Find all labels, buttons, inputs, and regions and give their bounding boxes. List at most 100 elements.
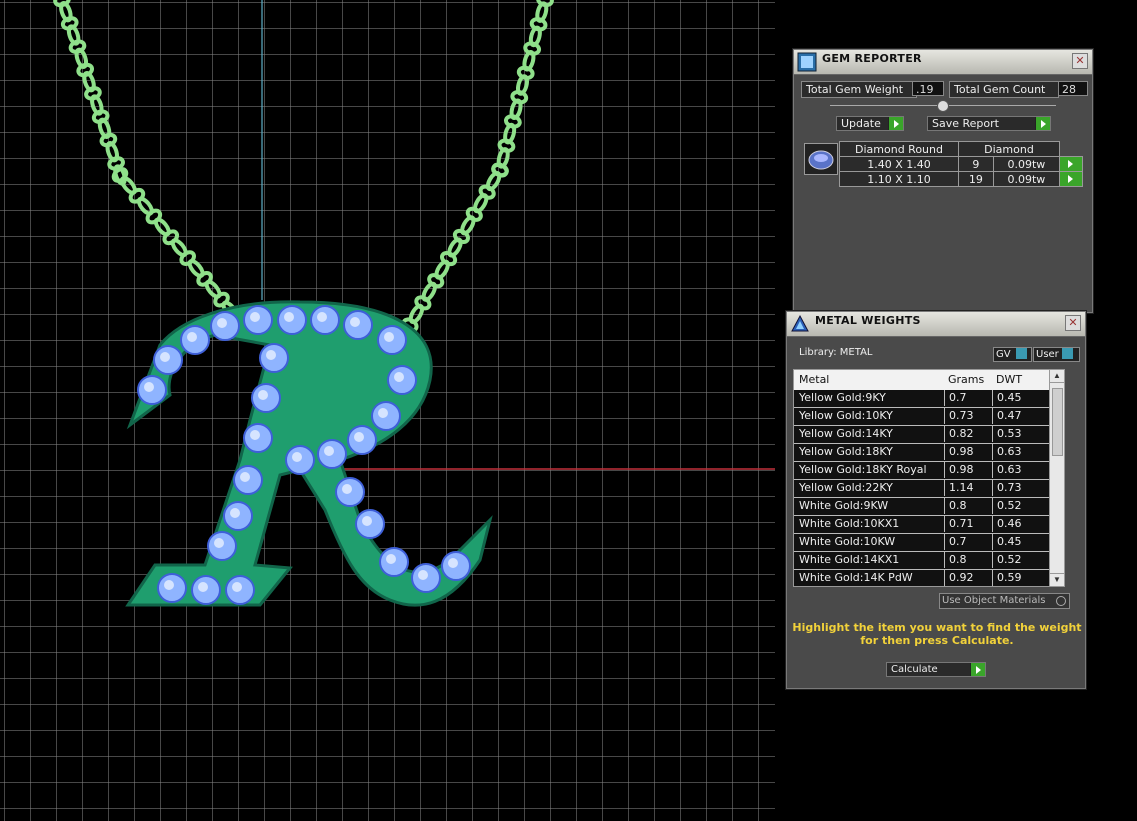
- gem-highlight: [214, 538, 224, 548]
- gem-highlight: [378, 408, 388, 418]
- metal-dwt: 0.53: [992, 426, 1057, 442]
- gem-highlight: [350, 317, 360, 327]
- total-gem-weight-label: Total Gem Weight: [801, 81, 917, 98]
- gem-highlight: [250, 430, 260, 440]
- table-row[interactable]: Yellow Gold:9KY 0.7 0.45: [794, 390, 1064, 408]
- metal-weights-icon: [791, 314, 809, 332]
- header-grams: Grams: [948, 373, 985, 386]
- metal-dwt: 0.63: [992, 462, 1057, 478]
- metal-grams: 0.7: [944, 534, 997, 550]
- gem-count: 9: [958, 156, 994, 172]
- metal-table-scrollbar[interactable]: ▲ ▼: [1049, 370, 1064, 586]
- gem-highlight: [354, 432, 364, 442]
- metal-grams: 0.73: [944, 408, 997, 424]
- scroll-down-icon[interactable]: ▼: [1050, 573, 1064, 586]
- gem-row[interactable]: 1.40 X 1.40 9 0.09tw: [839, 156, 1083, 172]
- library-label: Library: METAL: [799, 347, 873, 358]
- gem-reporter-titlebar[interactable]: GEM REPORTER ✕: [794, 50, 1092, 75]
- metal-dwt: 0.52: [992, 498, 1057, 514]
- table-row[interactable]: Yellow Gold:18KY Royal 0.98 0.63: [794, 462, 1064, 480]
- metal-dwt: 0.46: [992, 516, 1057, 532]
- metal-dwt: 0.45: [992, 390, 1057, 406]
- metal-table: Metal Grams DWT Yellow Gold:9KY 0.7 0.45 Ye…: [793, 369, 1065, 587]
- diamond-round-icon: [808, 150, 834, 170]
- table-row[interactable]: White Gold:9KW 0.8 0.52: [794, 498, 1064, 516]
- calculate-button[interactable]: Calculate: [886, 662, 986, 677]
- close-icon[interactable]: ✕: [1072, 53, 1088, 69]
- gem-highlight: [394, 372, 404, 382]
- metal-name: Yellow Gold:10KY: [799, 409, 893, 422]
- metal-weights-titlebar[interactable]: METAL WEIGHTS ✕: [787, 312, 1085, 337]
- table-row[interactable]: Yellow Gold:22KY 1.14 0.73: [794, 480, 1064, 498]
- toggle-icon: [1016, 348, 1027, 359]
- metal-dwt: 0.63: [992, 444, 1057, 460]
- metal-name: Yellow Gold:18KY Royal: [799, 463, 927, 476]
- gem-highlight: [217, 318, 227, 328]
- save-report-label: Save Report: [932, 117, 999, 130]
- play-icon: [970, 663, 985, 676]
- table-row[interactable]: White Gold:14K PdW 0.92 0.59: [794, 570, 1064, 586]
- pendant-model: [53, 0, 775, 607]
- metal-name: White Gold:10KX1: [799, 517, 900, 530]
- gem-highlight: [292, 452, 302, 462]
- play-icon[interactable]: [1059, 156, 1083, 172]
- save-report-button[interactable]: Save Report: [927, 116, 1051, 131]
- metal-name: Yellow Gold:18KY: [799, 445, 893, 458]
- gem-highlight: [240, 472, 250, 482]
- table-row[interactable]: Yellow Gold:14KY 0.82 0.53: [794, 426, 1064, 444]
- gem-highlight: [386, 554, 396, 564]
- scroll-up-icon[interactable]: ▲: [1050, 370, 1064, 383]
- gem-highlight: [384, 332, 394, 342]
- metal-dwt: 0.52: [992, 552, 1057, 568]
- metal-dwt: 0.73: [992, 480, 1057, 496]
- update-button[interactable]: Update: [836, 116, 904, 131]
- 3d-viewport[interactable]: [0, 0, 775, 821]
- metal-grams: 0.98: [944, 444, 997, 460]
- radio-icon[interactable]: [1056, 596, 1066, 606]
- toggle-icon: [1062, 348, 1073, 359]
- gem-weight: 0.09tw: [992, 156, 1061, 172]
- gem-highlight: [266, 350, 276, 360]
- metal-name: White Gold:14KX1: [799, 553, 900, 566]
- calculate-hint-line-2: for then press Calculate.: [860, 634, 1014, 647]
- gem-reporter-icon: [797, 52, 817, 72]
- gem-size: 1.40 X 1.40: [839, 156, 959, 172]
- metal-grams: 0.98: [944, 462, 997, 478]
- gem-row[interactable]: 1.10 X 1.10 19 0.09tw: [839, 171, 1083, 187]
- table-row[interactable]: Yellow Gold:10KY 0.73 0.47: [794, 408, 1064, 426]
- gem-highlight: [324, 446, 334, 456]
- header-type: Diamond: [958, 141, 1060, 157]
- gem-table: Diamond Round Diamond 1.40 X 1.40 9 0.09…: [839, 141, 1083, 187]
- gem-highlight: [198, 582, 208, 592]
- play-icon[interactable]: [1059, 171, 1083, 187]
- metal-dwt: 0.47: [992, 408, 1057, 424]
- metal-grams: 0.82: [944, 426, 997, 442]
- gem-thumbnail[interactable]: [804, 143, 838, 175]
- metal-grams: 1.14: [944, 480, 997, 496]
- header-shape: Diamond Round: [839, 141, 959, 157]
- total-gem-count-label: Total Gem Count: [949, 81, 1059, 98]
- gem-size: 1.10 X 1.10: [839, 171, 959, 187]
- metal-name: Yellow Gold:22KY: [799, 481, 893, 494]
- table-row[interactable]: White Gold:10KX1 0.71 0.46: [794, 516, 1064, 534]
- scroll-thumb[interactable]: [1052, 388, 1063, 456]
- use-object-materials-toggle[interactable]: Use Object Materials: [939, 593, 1071, 609]
- gem-highlight: [164, 580, 174, 590]
- play-icon: [1035, 117, 1050, 130]
- table-row[interactable]: White Gold:14KX1 0.8 0.52: [794, 552, 1064, 570]
- gem-highlight: [342, 484, 352, 494]
- gem-highlight: [418, 570, 428, 580]
- metal-name: White Gold:10KW: [799, 535, 896, 548]
- metal-table-header: Metal Grams DWT: [794, 370, 1064, 390]
- table-row[interactable]: Yellow Gold:18KY 0.98 0.63: [794, 444, 1064, 462]
- gem-reporter-title: GEM REPORTER: [822, 52, 922, 65]
- total-gem-weight-field[interactable]: .19: [912, 81, 944, 96]
- update-label: Update: [841, 117, 881, 130]
- close-icon[interactable]: ✕: [1065, 315, 1081, 331]
- table-row[interactable]: White Gold:10KW 0.7 0.45: [794, 534, 1064, 552]
- metal-grams: 0.71: [944, 516, 997, 532]
- metal-grams: 0.7: [944, 390, 997, 406]
- gem-highlight: [187, 332, 197, 342]
- total-gem-count-field[interactable]: 28: [1058, 81, 1088, 96]
- slider-handle[interactable]: [937, 100, 949, 112]
